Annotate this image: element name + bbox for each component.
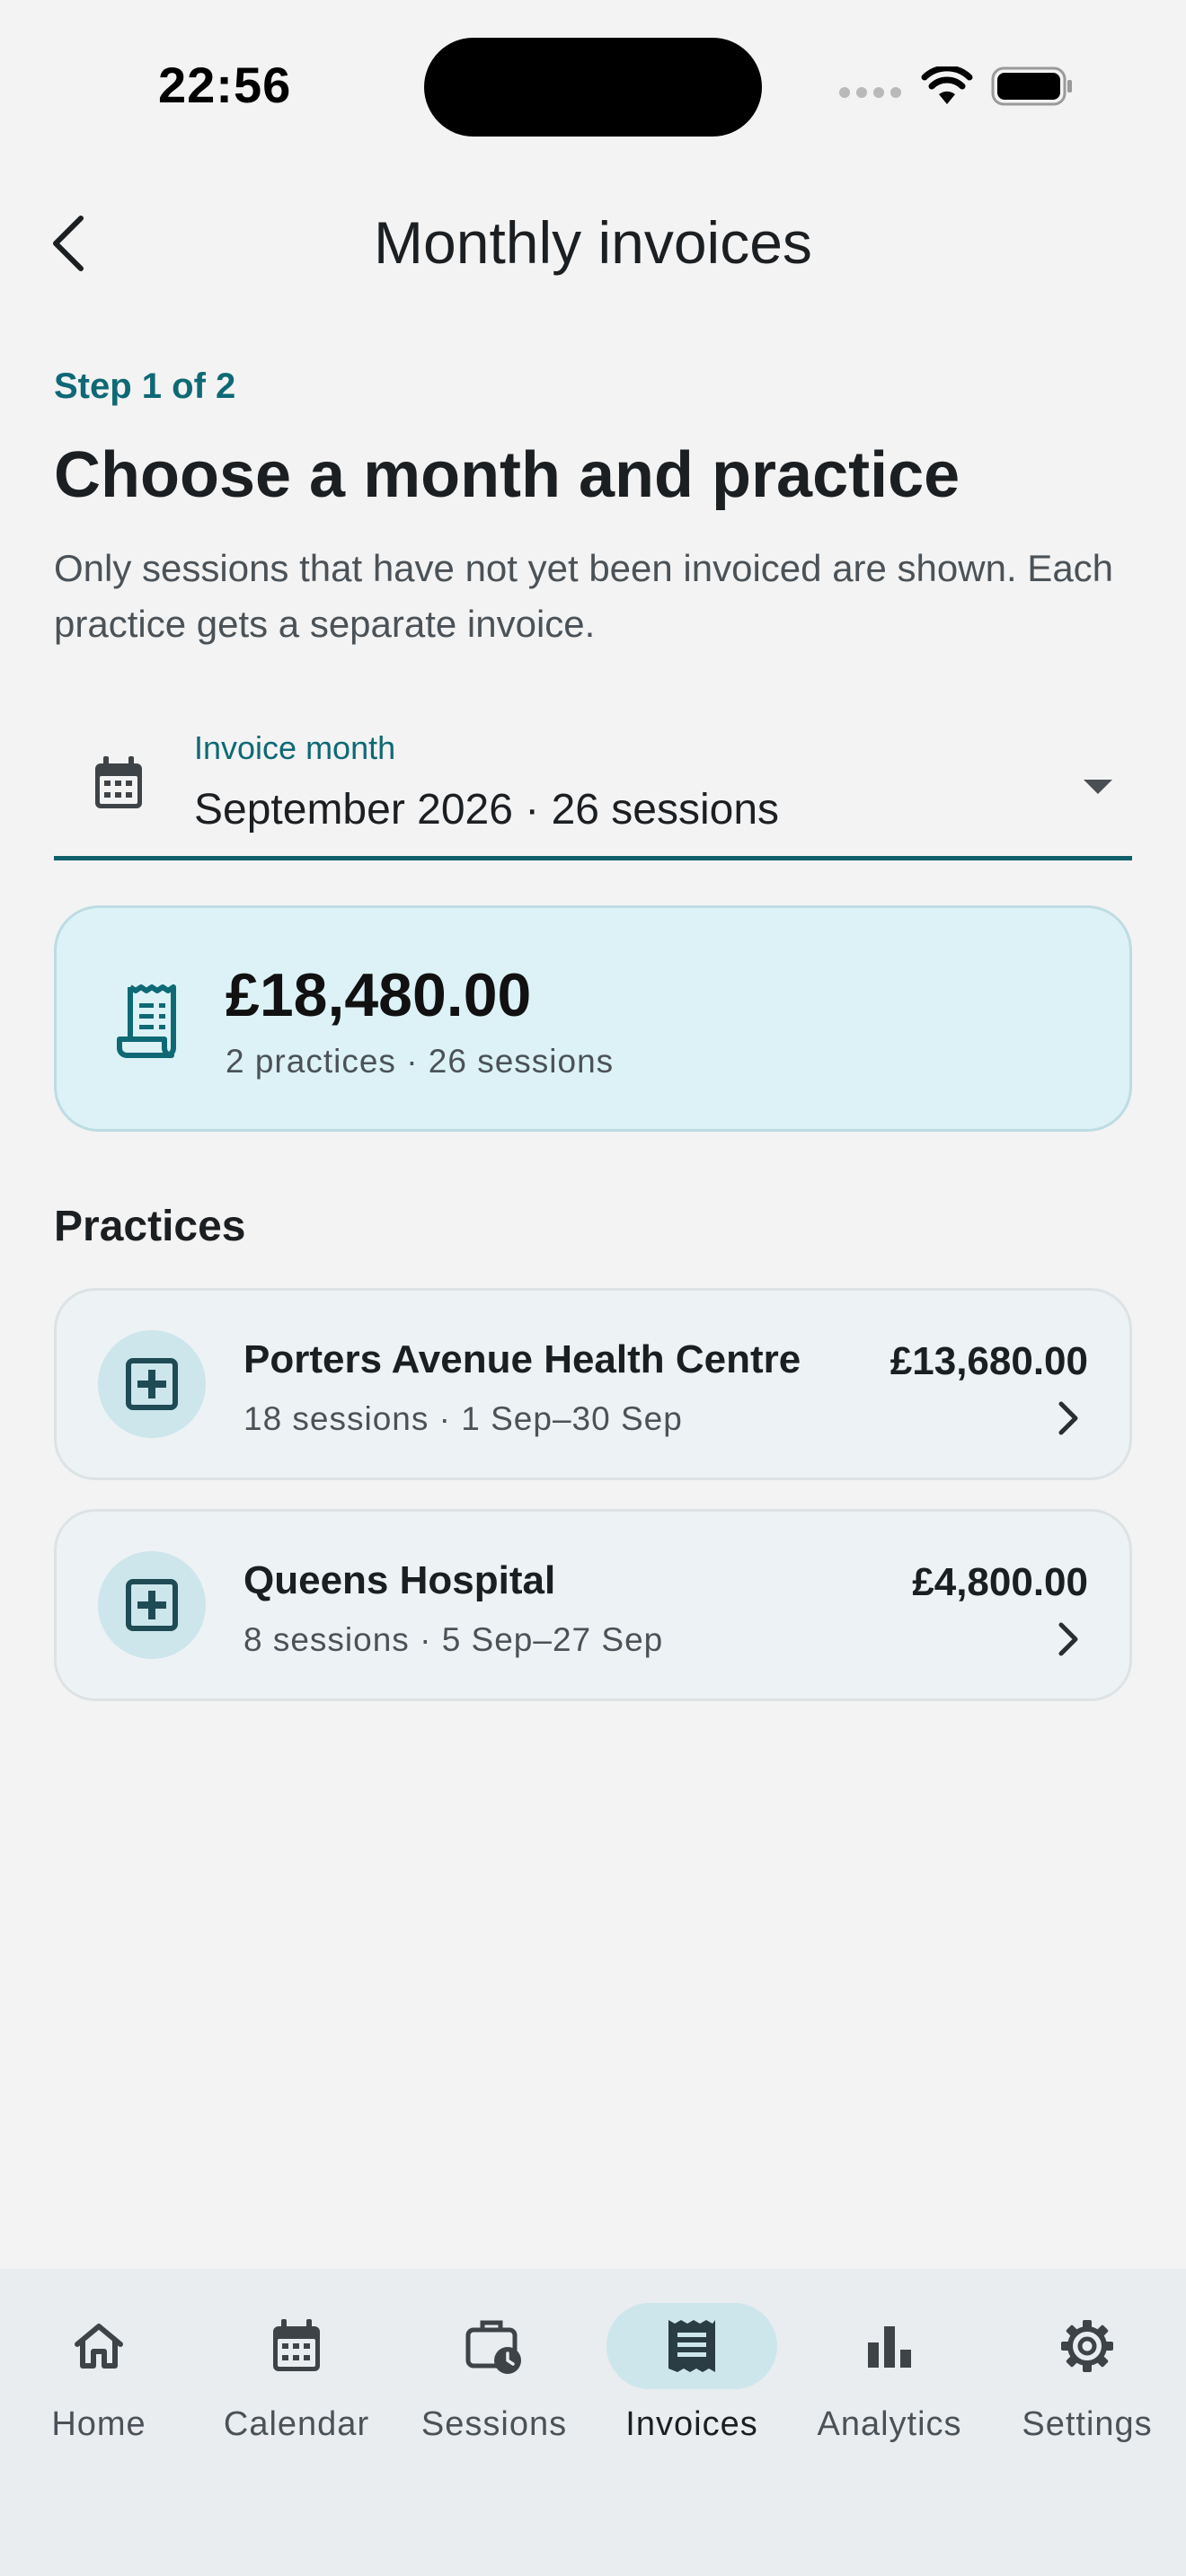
nav-calendar[interactable]: Calendar	[198, 2303, 395, 2444]
cellular-signal-icon	[839, 87, 901, 98]
dynamic-island	[424, 38, 762, 137]
wifi-icon	[921, 66, 973, 104]
nav-label: Home	[51, 2405, 146, 2443]
medical-cross-icon	[126, 1579, 178, 1631]
nav-label: Calendar	[223, 2405, 370, 2443]
dropdown-arrow-icon	[1084, 780, 1112, 794]
home-icon	[75, 2324, 123, 2369]
description-text: Only sessions that have not yet been inv…	[54, 547, 1114, 645]
practice-name: Queens Hospital	[243, 1558, 556, 1602]
practice-amount: £13,680.00	[890, 1339, 1088, 1383]
nav-home[interactable]: Home	[0, 2303, 198, 2444]
screen: 22:56 Monthly invoices Step 1 of 2 Choos…	[0, 0, 1186, 2576]
practice-card[interactable]: Porters Avenue Health Centre 18 sessions…	[54, 1288, 1132, 1480]
briefcase-clock-icon	[465, 2320, 521, 2374]
bottom-navigation: Home Calendar Sessions Invoices Analytic…	[0, 2269, 1186, 2576]
section-heading: Choose a month and practice	[54, 439, 960, 511]
nav-label: Sessions	[420, 2405, 568, 2443]
nav-sessions[interactable]: Sessions	[395, 2303, 593, 2444]
nav-active-indicator	[606, 2303, 777, 2389]
nav-invoices[interactable]: Invoices	[593, 2303, 791, 2444]
nav-analytics[interactable]: Analytics	[791, 2303, 988, 2444]
practice-name: Porters Avenue Health Centre	[243, 1337, 801, 1381]
gear-icon	[1061, 2320, 1113, 2372]
nav-label: Invoices	[625, 2405, 758, 2443]
practice-card[interactable]: Queens Hospital 8 sessions · 5 Sep–27 Se…	[54, 1509, 1132, 1701]
step-indicator: Step 1 of 2	[54, 366, 236, 406]
bar-chart-icon	[868, 2326, 911, 2368]
receipt-icon	[117, 984, 176, 1058]
chevron-right-icon	[1058, 1401, 1078, 1435]
invoice-total-card: £18,480.00 2 practices · 26 sessions	[54, 905, 1132, 1132]
practice-meta: 18 sessions · 1 Sep–30 Sep	[243, 1400, 683, 1437]
nav-label: Settings	[1022, 2405, 1153, 2443]
status-time: 22:56	[158, 57, 292, 113]
chevron-right-icon	[1058, 1622, 1078, 1656]
total-detail: 2 practices · 26 sessions	[226, 1043, 615, 1080]
status-icons	[839, 66, 1074, 106]
calendar-icon	[95, 756, 142, 808]
practice-avatar	[98, 1330, 206, 1438]
practice-amount: £4,800.00	[912, 1560, 1088, 1604]
calendar-icon	[273, 2319, 320, 2371]
invoice-month-value: September 2026 · 26 sessions	[194, 786, 780, 834]
practice-meta: 8 sessions · 5 Sep–27 Sep	[243, 1621, 664, 1658]
practice-avatar	[98, 1551, 206, 1659]
invoice-month-label: Invoice month	[194, 729, 396, 766]
practices-heading: Practices	[54, 1203, 246, 1250]
nav-label: Analytics	[817, 2405, 962, 2443]
invoice-month-select[interactable]: Invoice month September 2026 · 26 sessio…	[54, 717, 1132, 860]
battery-icon	[991, 66, 1072, 106]
receipt-icon	[668, 2320, 715, 2372]
page-title: Monthly invoices	[374, 209, 812, 276]
total-amount: £18,480.00	[226, 961, 532, 1029]
medical-cross-icon	[126, 1358, 178, 1410]
nav-settings[interactable]: Settings	[988, 2303, 1186, 2444]
